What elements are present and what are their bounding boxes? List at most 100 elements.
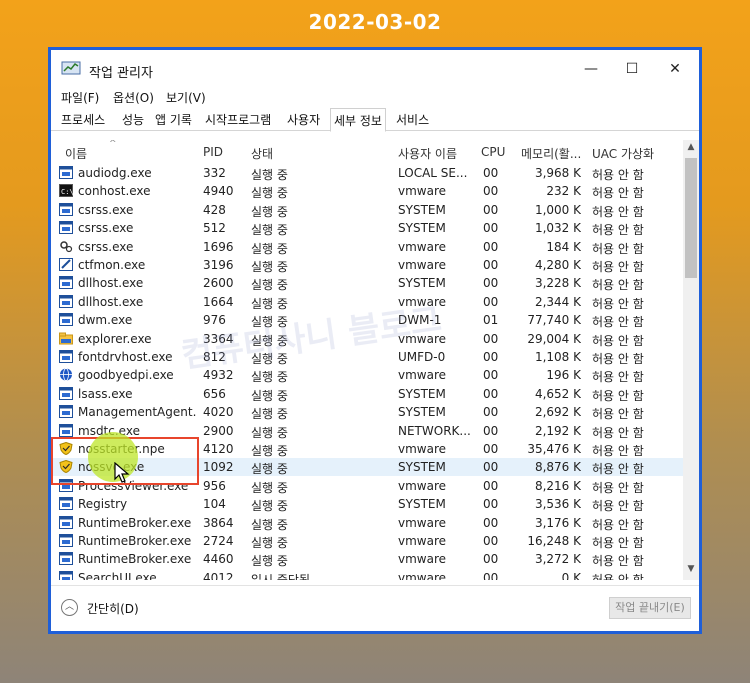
process-pid: 4012 bbox=[203, 570, 234, 580]
process-pid: 812 bbox=[203, 350, 226, 364]
process-uac: 허용 안 함 bbox=[592, 223, 644, 238]
chevron-up-icon: ︿ bbox=[61, 599, 78, 616]
vertical-scrollbar[interactable]: ▲ ▼ bbox=[683, 140, 699, 580]
process-memory: 4,652 K bbox=[534, 386, 581, 401]
window-app-icon bbox=[59, 166, 73, 179]
column-header-status[interactable]: 상태 bbox=[251, 145, 273, 162]
window-app-icon bbox=[59, 423, 73, 437]
process-memory: 2,692 K bbox=[534, 405, 581, 420]
process-uac: 허용 안 함 bbox=[592, 241, 644, 256]
process-memory: 8,216 K bbox=[534, 478, 581, 493]
tab-users[interactable]: 사용자 bbox=[284, 111, 323, 131]
table-row[interactable]: RuntimeBroker.exe 2724 실행 중 vmware 00 16,248 … bbox=[51, 532, 683, 550]
table-row[interactable]: dllhost.exe 1664 실행 중 vmware 00 2,344 K 허용 안 함 bbox=[51, 293, 683, 311]
column-header-cpu[interactable]: CPU bbox=[481, 145, 505, 159]
process-cpu: 00 bbox=[483, 331, 499, 346]
menu-view[interactable]: 보기(V) bbox=[166, 89, 206, 106]
scroll-thumb[interactable] bbox=[685, 158, 697, 278]
column-header-memory[interactable]: 메모리(활... bbox=[521, 145, 581, 162]
tab-details[interactable]: 세부 정보 bbox=[330, 108, 386, 132]
process-user: vmware bbox=[398, 515, 447, 530]
process-pid: 332 bbox=[203, 166, 226, 180]
table-row[interactable]: ManagementAgent... 4020 실행 중 SYSTEM 00 2,692 … bbox=[51, 403, 683, 421]
window-app-icon bbox=[59, 313, 73, 327]
minimize-button[interactable]: — bbox=[570, 54, 612, 84]
window-app-icon bbox=[59, 534, 73, 547]
process-name: RuntimeBroker.exe bbox=[78, 515, 192, 530]
process-status: 실행 중 bbox=[251, 204, 288, 219]
process-pid: 4120 bbox=[203, 442, 234, 456]
maximize-button[interactable]: ☐ bbox=[611, 54, 653, 84]
menu-options[interactable]: 옵션(O) bbox=[113, 89, 154, 106]
footer-bar: ︿ 간단히(D) 작업 끝내기(E) bbox=[51, 585, 699, 631]
menu-bar: 파일(F) 옵션(O) 보기(V) bbox=[51, 88, 699, 108]
process-uac: 허용 안 함 bbox=[592, 352, 644, 366]
menu-file[interactable]: 파일(F) bbox=[61, 89, 99, 106]
column-header-user[interactable]: 사용자 이름 bbox=[398, 145, 457, 162]
table-row[interactable]: C:\ conhost.exe 4940 실행 중 vmware 00 232 K 허용 안 … bbox=[51, 182, 683, 200]
process-name: Registry bbox=[78, 497, 128, 512]
tab-services[interactable]: 서비스 bbox=[393, 111, 432, 131]
scroll-down-arrow-icon[interactable]: ▼ bbox=[683, 564, 699, 578]
table-row[interactable]: dwm.exe 976 실행 중 DWM-1 01 77,740 K 허용 안 함 bbox=[51, 311, 683, 329]
process-status: 실행 중 bbox=[251, 388, 288, 403]
window-app-icon bbox=[59, 570, 73, 580]
process-uac: 허용 안 함 bbox=[592, 499, 644, 514]
table-row[interactable]: csrss.exe 512 실행 중 SYSTEM 00 1,032 K 허용 안 함 bbox=[51, 219, 683, 237]
process-memory: 2,344 K bbox=[534, 294, 581, 309]
process-uac: 허용 안 함 bbox=[592, 536, 644, 550]
close-button[interactable]: ✕ bbox=[654, 54, 696, 84]
process-memory: 1,000 K bbox=[534, 202, 581, 217]
table-row[interactable]: lsass.exe 656 실행 중 SYSTEM 00 4,652 K 허용 안 함 bbox=[51, 385, 683, 403]
process-name: ManagementAgent... bbox=[78, 405, 196, 420]
column-header-name[interactable]: 이름 bbox=[65, 145, 87, 162]
process-cpu: 00 bbox=[483, 552, 499, 567]
process-uac: 허용 안 함 bbox=[592, 260, 644, 274]
process-cpu: 00 bbox=[483, 442, 499, 456]
process-pid: 4932 bbox=[203, 368, 234, 383]
table-row[interactable]: goodbyedpi.exe 4932 실행 중 vmware 00 196 K 허용 안 … bbox=[51, 366, 683, 384]
process-cpu: 00 bbox=[483, 478, 499, 493]
tab-startup[interactable]: 시작프로그램 bbox=[202, 111, 274, 131]
title-bar[interactable]: 작업 관리자 — ☐ ✕ bbox=[51, 50, 699, 88]
process-name: csrss.exe bbox=[78, 239, 134, 254]
process-cpu: 00 bbox=[483, 534, 499, 548]
process-cpu: 00 bbox=[483, 276, 499, 291]
tab-app-history[interactable]: 앱 기록 bbox=[152, 111, 195, 131]
table-row[interactable]: Registry 104 실행 중 SYSTEM 00 3,536 K 허용 안 함 bbox=[51, 495, 683, 513]
table-row[interactable]: audiodg.exe 332 실행 중 LOCAL SE... 00 3,968 K 허용… bbox=[51, 164, 683, 182]
process-uac: 허용 안 함 bbox=[592, 296, 644, 311]
process-pid: 104 bbox=[203, 497, 226, 512]
column-header-pid[interactable]: PID bbox=[203, 145, 223, 159]
table-row[interactable]: csrss.exe 428 실행 중 SYSTEM 00 1,000 K 허용 안 함 bbox=[51, 201, 683, 219]
table-row[interactable]: explorer.exe 3364 실행 중 vmware 00 29,004 K 허용 안… bbox=[51, 330, 683, 348]
process-user: SYSTEM bbox=[398, 202, 446, 217]
table-row[interactable]: fontdrvhost.exe 812 실행 중 UMFD-0 00 1,108 K 허용 … bbox=[51, 348, 683, 366]
window-app-icon bbox=[59, 294, 73, 308]
table-row[interactable]: SearchUI.exe 4012 일시 중단됨 vmware 00 0 K 허용 안 함 bbox=[51, 569, 683, 580]
tab-performance[interactable]: 성능 bbox=[119, 111, 147, 131]
table-row[interactable]: RuntimeBroker.exe 3864 실행 중 vmware 00 3,176 K… bbox=[51, 514, 683, 532]
scroll-up-arrow-icon[interactable]: ▲ bbox=[683, 142, 699, 156]
table-row[interactable]: dllhost.exe 2600 실행 중 SYSTEM 00 3,228 K 허용 안 함 bbox=[51, 274, 683, 292]
end-task-button[interactable]: 작업 끝내기(E) bbox=[609, 597, 691, 619]
process-pid: 3196 bbox=[203, 258, 234, 272]
process-cpu: 00 bbox=[483, 423, 499, 438]
process-memory: 1,108 K bbox=[534, 350, 581, 364]
svg-text:C:\: C:\ bbox=[61, 188, 73, 196]
process-pid: 976 bbox=[203, 313, 226, 328]
table-row[interactable]: csrss.exe 1696 실행 중 vmware 00 184 K 허용 안 함 bbox=[51, 238, 683, 256]
window-app-icon bbox=[59, 276, 73, 290]
process-pid: 1664 bbox=[203, 294, 234, 309]
column-header-uac[interactable]: UAC 가상화 bbox=[592, 145, 654, 162]
tab-processes[interactable]: 프로세스 bbox=[58, 111, 108, 131]
console-icon: C:\ bbox=[59, 184, 73, 198]
table-header: 이름 ^ PID 상태 사용자 이름 CPU 메모리(활... UAC 가상화 bbox=[51, 140, 683, 164]
table-row[interactable]: ctfmon.exe 3196 실행 중 vmware 00 4,280 K 허용 안 함 bbox=[51, 256, 683, 274]
process-cpu: 00 bbox=[483, 570, 499, 580]
table-row[interactable]: RuntimeBroker.exe 4460 실행 중 vmware 00 3,272 K… bbox=[51, 550, 683, 568]
process-name: fontdrvhost.exe bbox=[78, 350, 173, 364]
process-memory: 3,536 K bbox=[534, 497, 581, 512]
process-user: DWM-1 bbox=[398, 313, 442, 328]
process-cpu: 00 bbox=[483, 368, 499, 383]
